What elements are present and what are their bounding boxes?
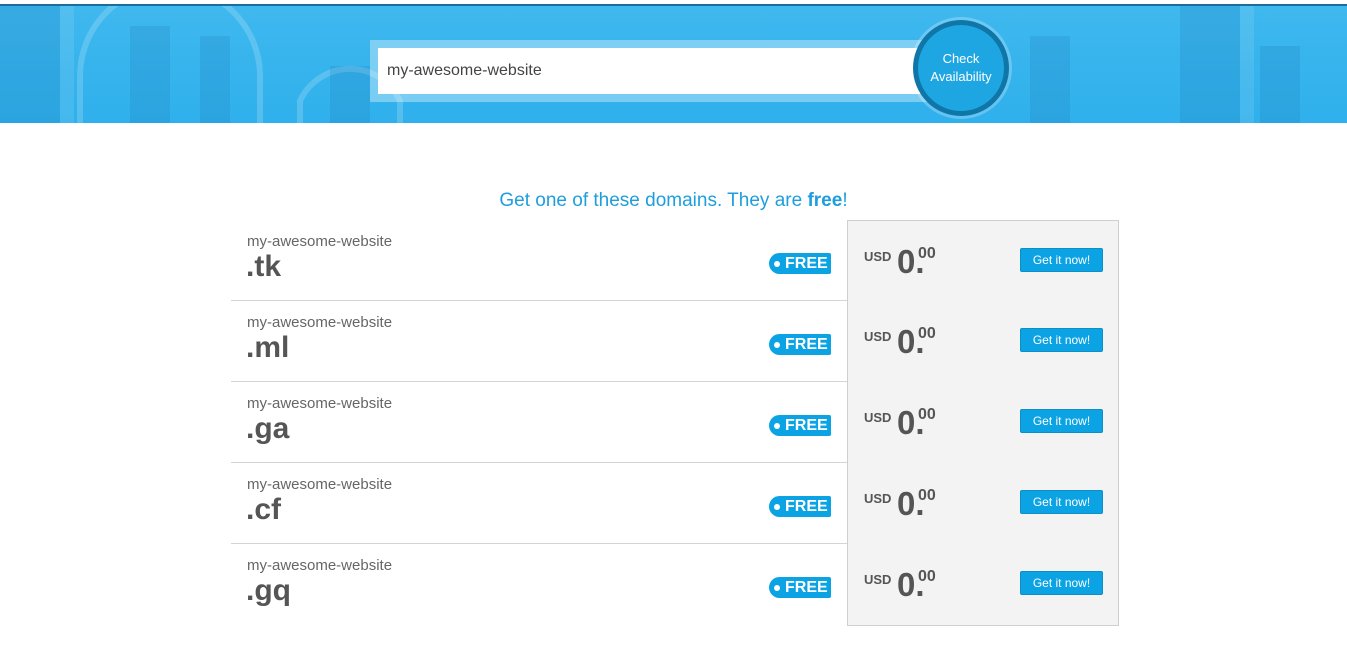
headline-text: Get one of these domains. They are — [499, 190, 808, 211]
free-badge-label: FREE — [785, 578, 828, 596]
get-it-now-button[interactable]: Get it now! — [1020, 409, 1103, 433]
headline-emphasis: free — [807, 190, 843, 211]
domain-tld: .cf — [246, 493, 282, 526]
domain-row-ga: my-awesome-website .ga FREE USD 0. 00 Ge… — [231, 382, 1119, 463]
price-cents: 00 — [918, 487, 936, 504]
domain-row-ml: my-awesome-website .ml FREE USD 0. 00 Ge… — [231, 301, 1119, 382]
domain-row-gq: my-awesome-website .gq FREE USD 0. 00 Ge… — [231, 544, 1119, 626]
tag-hole-icon — [774, 585, 780, 591]
domain-name: my-awesome-website — [247, 233, 393, 250]
get-it-now-button[interactable]: Get it now! — [1020, 571, 1103, 595]
hero-banner: Check Availability — [0, 6, 1347, 123]
domain-tld: .ga — [246, 412, 290, 445]
free-badge-label: FREE — [785, 416, 828, 434]
tag-hole-icon — [774, 423, 780, 429]
get-it-now-button[interactable]: Get it now! — [1020, 328, 1103, 352]
free-badge: FREE — [769, 496, 831, 517]
price-cell: USD 0. 00 Get it now! — [847, 544, 1119, 626]
domain-name: my-awesome-website — [247, 557, 393, 574]
price-currency: USD — [864, 491, 892, 506]
price-currency: USD — [864, 329, 892, 344]
free-badge: FREE — [769, 334, 831, 355]
domain-row-cf: my-awesome-website .cf FREE USD 0. 00 Ge… — [231, 463, 1119, 544]
domain-tld: .tk — [246, 250, 282, 283]
domain-tld: .gq — [246, 574, 291, 607]
check-availability-label-line2: Availability — [930, 69, 992, 84]
domain-tld: .ml — [246, 331, 290, 364]
domain-search-bar — [370, 40, 940, 102]
price-cents: 00 — [918, 245, 936, 262]
price-cell: USD 0. 00 Get it now! — [847, 382, 1119, 463]
headline-suffix: ! — [842, 190, 848, 211]
domain-name: my-awesome-website — [247, 395, 393, 412]
price-cell: USD 0. 00 Get it now! — [847, 463, 1119, 544]
price-cents: 00 — [918, 568, 936, 585]
tag-hole-icon — [774, 261, 780, 267]
check-availability-label-line1: Check — [942, 51, 980, 66]
domain-name: my-awesome-website — [247, 314, 393, 331]
price-cell: USD 0. 00 Get it now! — [847, 220, 1119, 301]
free-badge-label: FREE — [785, 497, 828, 515]
price-cents: 00 — [918, 325, 936, 342]
domain-name: my-awesome-website — [247, 476, 393, 493]
free-badge: FREE — [769, 253, 831, 274]
domain-row-tk: my-awesome-website .tk FREE USD 0. 00 Ge… — [231, 220, 1119, 301]
free-badge: FREE — [769, 577, 831, 598]
free-badge: FREE — [769, 415, 831, 436]
free-domains-headline: Get one of these domains. They are free! — [0, 190, 1347, 212]
tag-hole-icon — [774, 504, 780, 510]
free-badge-label: FREE — [785, 254, 828, 272]
get-it-now-button[interactable]: Get it now! — [1020, 248, 1103, 272]
price-currency: USD — [864, 410, 892, 425]
domain-results-list: my-awesome-website .tk FREE USD 0. 00 Ge… — [231, 220, 1119, 626]
domain-search-input[interactable] — [378, 48, 923, 94]
tag-hole-icon — [774, 342, 780, 348]
check-availability-button[interactable]: Check Availability — [913, 20, 1009, 116]
price-cell: USD 0. 00 Get it now! — [847, 301, 1119, 382]
free-badge-label: FREE — [785, 335, 828, 353]
price-currency: USD — [864, 572, 892, 587]
get-it-now-button[interactable]: Get it now! — [1020, 490, 1103, 514]
price-currency: USD — [864, 249, 892, 264]
price-cents: 00 — [918, 406, 936, 423]
